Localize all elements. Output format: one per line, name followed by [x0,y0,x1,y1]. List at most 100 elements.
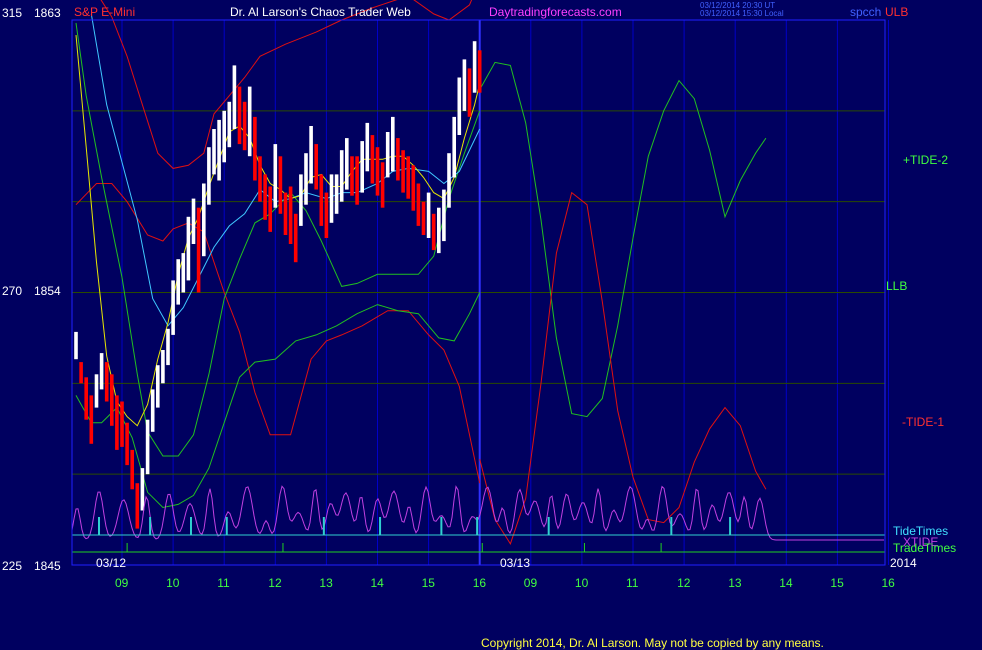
up-bar [212,129,216,175]
down-bar [421,201,426,235]
up-bar [171,280,175,335]
down-bar [324,192,329,238]
down-bar [79,362,83,384]
site-title: Dr. Al Larson's Chaos Trader Web [230,5,411,19]
up-bar [150,389,155,432]
x-tick-label: 16 [472,576,487,590]
up-bar [156,365,160,408]
scale-top-price: 1863 [34,6,61,20]
up-bar [94,374,99,408]
down-bar [406,156,410,199]
up-bar [222,110,226,163]
up-bar [360,141,364,193]
up-bar [385,132,390,178]
up-bar [191,198,196,244]
tradetimes-label: TradeTimes [893,541,957,555]
x-tick-label: 14 [370,576,384,590]
up-bar [345,138,349,190]
x-tick-label: 12 [677,576,691,590]
down-bar [253,116,257,181]
down-bar [431,213,436,251]
up-bar [186,216,191,281]
down-bar [196,207,201,293]
llb-label: LLB [886,279,908,293]
scale-mid-angle: 270 [2,284,23,298]
up-bar [207,147,211,205]
down-bar [237,86,242,145]
down-bar [125,422,129,466]
up-bar [452,116,456,178]
chart-code: spcch [850,5,882,19]
x-tick-label: 11 [626,576,639,590]
down-bar [293,213,298,263]
up-bar [329,174,334,223]
up-bar [140,468,145,511]
down-bar [314,144,318,190]
down-bar [375,147,380,196]
down-bar [84,377,88,420]
date-label-1: 03/12 [96,556,127,570]
down-bar [120,401,124,447]
down-bar [115,395,119,450]
up-bar [247,86,252,157]
up-bar [309,126,313,184]
symbol-title: S&P E-Mini [74,5,136,19]
scale-mid-price: 1854 [34,284,61,298]
website-link[interactable]: Daytradingforecasts.com [489,5,622,19]
down-bar [380,162,385,208]
tide2-label: +TIDE-2 [903,153,949,167]
up-bar [426,192,431,238]
up-bar [447,153,451,208]
up-bar [391,116,395,172]
down-bar [258,156,262,202]
up-bar [176,259,180,305]
scale-bottom-angle: 225 [2,559,23,573]
up-bar [202,183,206,257]
x-tick-label: 15 [421,576,435,590]
down-bar [263,174,267,220]
scale-bottom-price: 1845 [34,559,61,573]
down-bar [319,174,324,226]
up-bar [181,253,186,293]
x-tick-label: 11 [217,576,230,590]
down-bar [401,150,405,193]
x-tick-label: 13 [728,576,742,590]
down-bar [477,50,482,93]
scale-top-angle: 315 [2,6,23,20]
down-bar [350,156,354,196]
down-bar [89,395,94,444]
down-bar [242,101,247,151]
up-bar [227,101,232,148]
up-bar [462,59,467,111]
down-bar [283,192,288,235]
chart-canvas [0,0,982,650]
down-bar [416,183,421,226]
x-tick-label: 12 [268,576,282,590]
down-bar [355,156,359,205]
down-bar [104,362,109,402]
up-bar [304,153,308,205]
x-tick-label: 10 [574,576,589,590]
down-bar [268,186,272,232]
x-tick-label: 10 [166,576,180,590]
down-bar [110,374,114,426]
up-bar [472,41,477,93]
down-bar [396,138,400,181]
up-bar [161,350,165,384]
up-bar [365,122,370,172]
down-bar [370,135,375,184]
up-bar [232,65,237,129]
x-tick-label: 13 [319,576,333,590]
up-bar [99,353,104,390]
down-bar [411,165,416,211]
down-bar [130,449,134,490]
up-bar [74,331,78,360]
copyright: Copyright 2014, Dr. Al Larson. May not b… [481,636,824,650]
up-bar [273,144,278,208]
up-bar [437,207,441,254]
tide1-label: -TIDE-1 [902,415,944,429]
x-tick-label: 15 [830,576,844,590]
ulb-label: ULB [885,5,909,19]
up-bar [299,174,303,226]
x-tick-label: 09 [523,576,538,590]
